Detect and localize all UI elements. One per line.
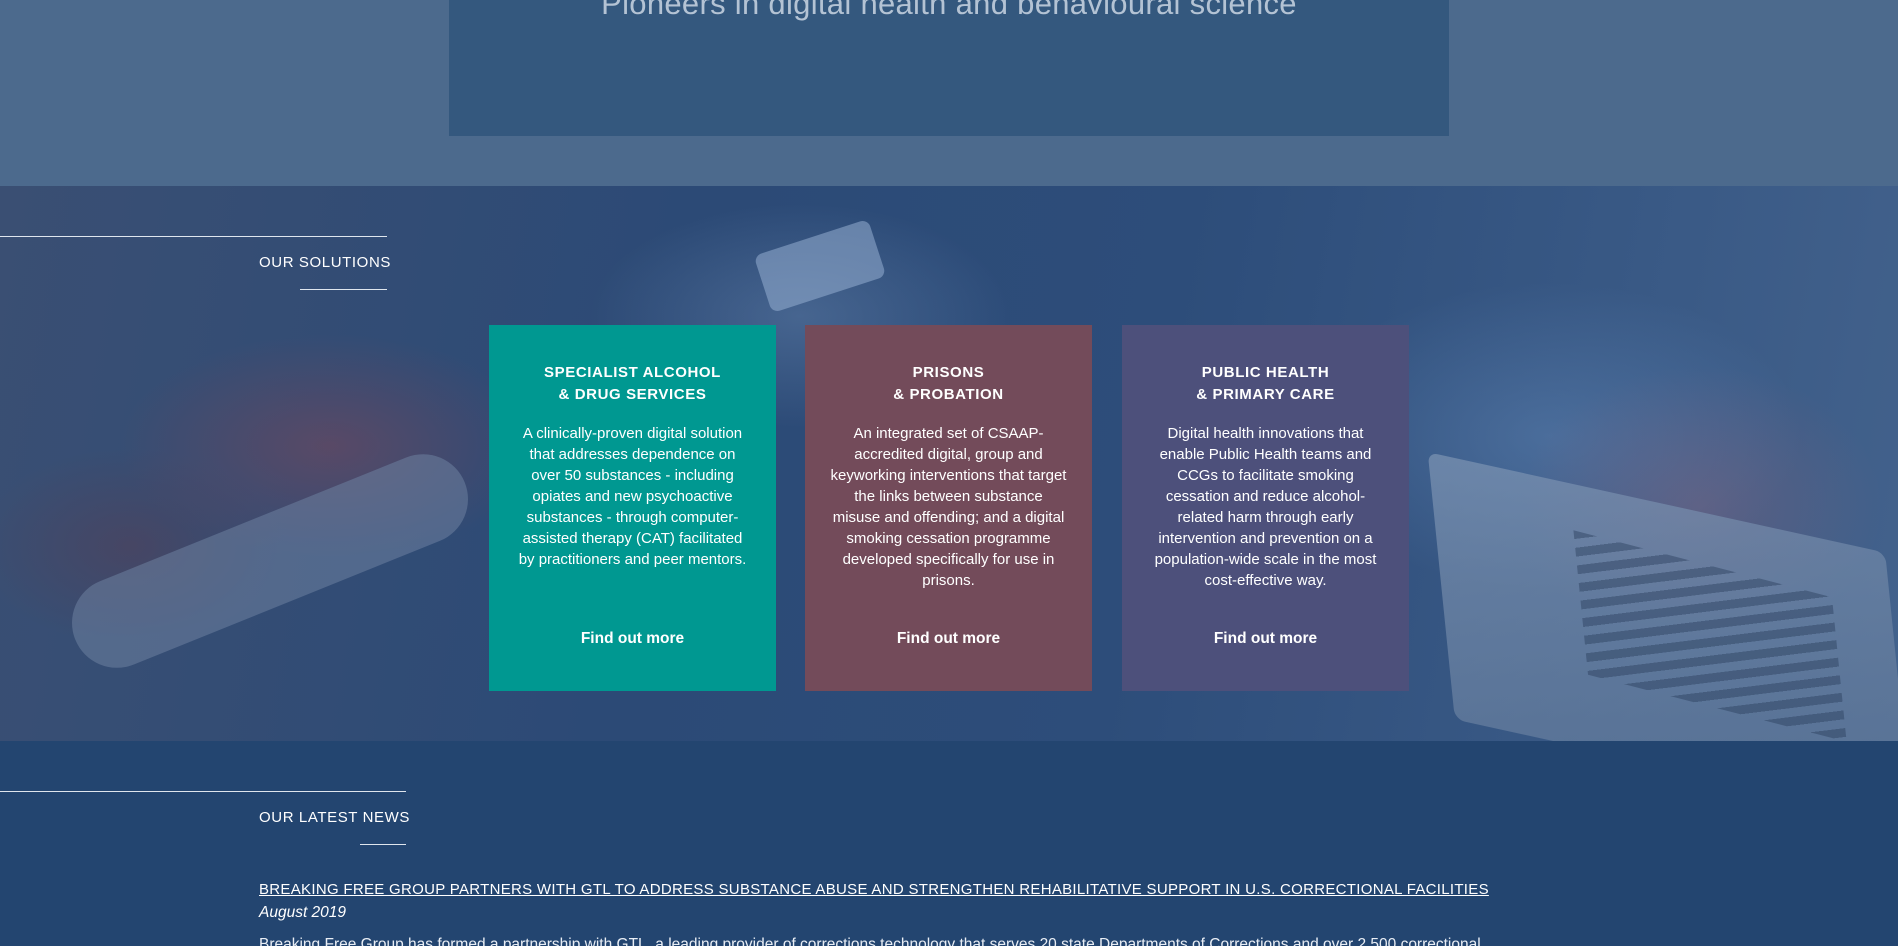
find-out-more-link[interactable]: Find out more (1122, 630, 1409, 648)
find-out-more-link[interactable]: Find out more (489, 630, 776, 648)
solution-card-prisons-probation[interactable]: PRISONS & PROBATION An integrated set of… (805, 325, 1092, 691)
card-title-line: & DRUG SERVICES (558, 386, 707, 403)
background-photo-detail (753, 218, 887, 314)
section-rule-bottom (360, 844, 406, 845)
card-description: An integrated set of CSAAP-accredited di… (830, 425, 1067, 589)
card-title-line: & PRIMARY CARE (1196, 386, 1335, 403)
solutions-heading: OUR SOLUTIONS (259, 254, 391, 271)
section-rule-top (0, 236, 387, 237)
card-title-line: PRISONS (912, 364, 985, 381)
card-description: Digital health innovations that enable P… (1154, 425, 1377, 589)
card-title-line: & PROBATION (893, 386, 1004, 403)
section-rule-top (0, 791, 406, 792)
solution-card-public-health[interactable]: PUBLIC HEALTH & PRIMARY CARE Digital hea… (1122, 325, 1409, 691)
card-title-line: PUBLIC HEALTH (1201, 364, 1330, 381)
news-heading: OUR LATEST NEWS (259, 809, 410, 826)
card-title: PRISONS & PROBATION (829, 362, 1068, 406)
news-date: August 2019 (259, 904, 347, 921)
card-title-line: SPECIALIST ALCOHOL (544, 364, 721, 381)
news-headline-link[interactable]: BREAKING FREE GROUP PARTNERS WITH GTL TO… (259, 881, 1489, 898)
hero-band: Pioneers in digital health and behaviour… (0, 0, 1898, 186)
section-rule-bottom (300, 289, 387, 290)
card-title: SPECIALIST ALCOHOL & DRUG SERVICES (513, 362, 752, 406)
find-out-more-link[interactable]: Find out more (805, 630, 1092, 648)
card-description: A clinically-proven digital solution tha… (518, 425, 747, 568)
hero-tagline: Pioneers in digital health and behaviour… (601, 0, 1297, 21)
solution-card-alcohol-drug[interactable]: SPECIALIST ALCOHOL & DRUG SERVICES A cli… (489, 325, 776, 691)
hero-panel: Pioneers in digital health and behaviour… (449, 0, 1449, 136)
background-photo-detail (58, 440, 482, 682)
news-snippet: Breaking Free Group has formed a partner… (259, 936, 1481, 946)
card-title: PUBLIC HEALTH & PRIMARY CARE (1146, 362, 1385, 406)
